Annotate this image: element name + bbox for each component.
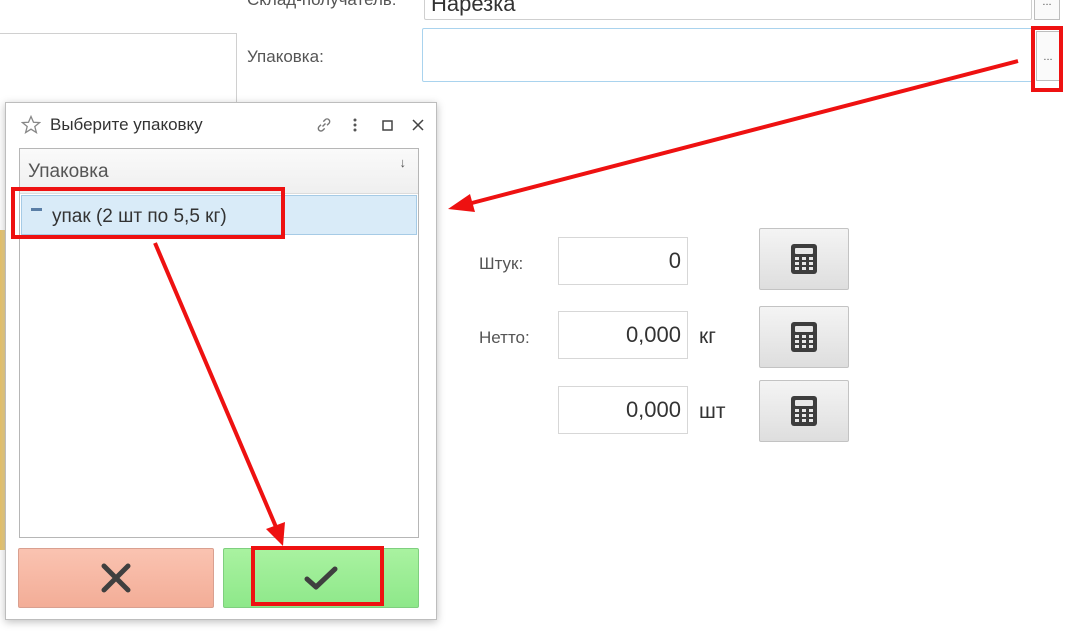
pieces-label: Штук: — [479, 254, 524, 273]
calculator-icon — [791, 322, 817, 352]
net-calculator-button[interactable] — [759, 306, 849, 368]
panel-divider-vertical — [236, 33, 237, 103]
warehouse-value: Нарезка — [431, 0, 516, 16]
net-input[interactable]: 0,000 — [558, 311, 688, 359]
warehouse-field[interactable]: Нарезка — [424, 0, 1032, 20]
star-icon[interactable] — [21, 115, 41, 135]
arrow-to-list — [467, 59, 1019, 206]
calculator-icon — [791, 244, 817, 274]
warehouse-label: Склад-получатель: — [247, 0, 397, 10]
highlight-list-item — [11, 187, 285, 239]
pieces-total-calculator-button[interactable] — [759, 380, 849, 442]
close-icon — [101, 563, 131, 593]
highlight-ok-button — [251, 546, 384, 606]
cancel-button[interactable] — [18, 548, 214, 608]
net-unit: кг — [699, 325, 716, 348]
calculator-icon — [791, 396, 817, 426]
package-label: Упаковка: — [247, 47, 324, 66]
close-icon[interactable] — [412, 119, 424, 131]
link-icon[interactable] — [315, 116, 333, 134]
warehouse-select-button[interactable]: ... — [1034, 0, 1060, 20]
pieces-total-unit: шт — [699, 400, 726, 423]
dialog-title: Выберите упаковку — [50, 115, 203, 134]
package-field[interactable] — [422, 28, 1034, 82]
panel-divider — [0, 33, 236, 34]
maximize-icon[interactable] — [382, 120, 393, 131]
pieces-input[interactable]: 0 — [558, 237, 688, 285]
column-header-label: Упаковка — [28, 161, 109, 182]
highlight-select-button — [1031, 26, 1063, 92]
net-label: Нетто: — [479, 328, 530, 347]
arrow-head-list — [448, 194, 475, 212]
sort-down-icon: ↓ — [399, 155, 407, 170]
more-icon[interactable] — [352, 117, 358, 133]
pieces-total-input[interactable]: 0,000 — [558, 386, 688, 434]
select-package-dialog: Выберите упаковку Упаковка ↓ упак (2 шт … — [5, 102, 437, 620]
pieces-calculator-button[interactable] — [759, 228, 849, 290]
